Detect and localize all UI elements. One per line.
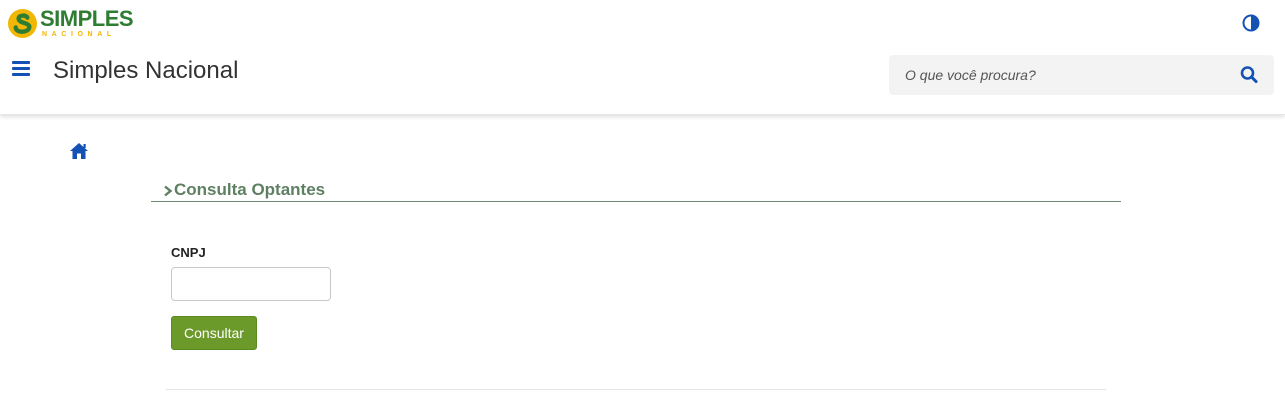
cnpj-input[interactable] <box>171 267 331 301</box>
search-icon[interactable] <box>1239 65 1261 85</box>
logo-wordmark: SIMPLES <box>40 6 134 31</box>
hamburger-menu-icon[interactable] <box>12 61 30 77</box>
search-box <box>889 55 1274 95</box>
site-title: Simples Nacional <box>53 57 239 84</box>
home-icon[interactable] <box>69 142 89 160</box>
logo-subtitle: NACIONAL <box>42 31 116 38</box>
divider <box>166 389 1106 390</box>
section-header: Consulta Optantes <box>151 180 1121 202</box>
simples-nacional-logo[interactable]: SIMPLES NACIONAL <box>7 6 134 40</box>
section-title: Consulta Optantes <box>174 180 326 199</box>
contrast-icon[interactable] <box>1241 13 1261 33</box>
logo-mark-icon <box>7 8 38 38</box>
search-input[interactable] <box>889 55 1229 95</box>
consultar-button[interactable]: Consultar <box>171 316 257 350</box>
site-header: SIMPLES NACIONAL Simples Nacional <box>0 0 1285 115</box>
chevron-right-icon <box>164 185 173 197</box>
cnpj-label: CNPJ <box>171 245 206 260</box>
